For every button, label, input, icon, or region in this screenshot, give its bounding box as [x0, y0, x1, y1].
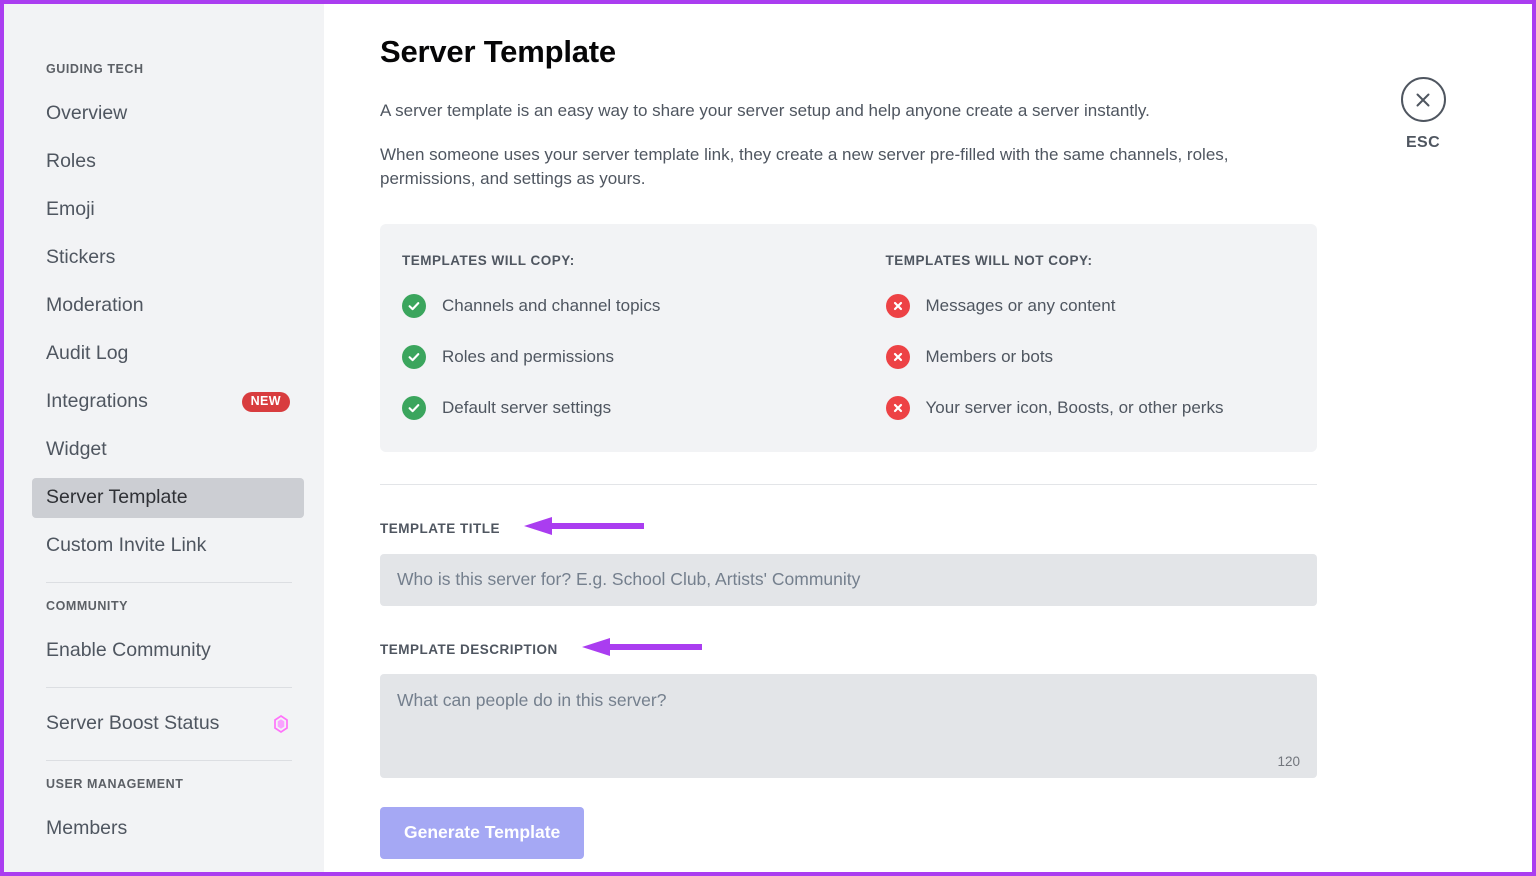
annotation-arrow-left-icon: [580, 637, 704, 662]
sidebar-item-moderation[interactable]: Moderation: [32, 286, 304, 326]
sidebar-item-custom-invite-link[interactable]: Custom Invite Link: [32, 526, 304, 566]
will-not-copy-title: TEMPLATES WILL NOT COPY:: [885, 252, 1093, 268]
discord-server-settings-window: GUIDING TECH Overview Roles Emoji Sticke…: [4, 4, 1532, 872]
sidebar-group-title-user-management: USER MANAGEMENT: [46, 777, 184, 791]
generate-template-button[interactable]: Generate Template: [380, 806, 585, 859]
template-copy-info-card: TEMPLATES WILL COPY: Channels and channe…: [380, 223, 1318, 452]
list-item-label: Default server settings: [442, 397, 612, 417]
sidebar-item-members[interactable]: Members: [32, 809, 304, 849]
will-not-copy-column: TEMPLATES WILL NOT COPY: Messages or any…: [860, 253, 1318, 425]
sidebar-divider: [46, 582, 292, 583]
close-modal-button[interactable]: ESC: [1383, 77, 1463, 152]
sidebar-item-label: Audit Log: [46, 342, 129, 365]
new-badge: NEW: [241, 392, 290, 412]
list-item: Channels and channel topics: [402, 289, 860, 323]
sidebar-divider: [46, 687, 292, 688]
will-copy-column: TEMPLATES WILL COPY: Channels and channe…: [402, 253, 860, 425]
list-item: Roles and permissions: [402, 340, 860, 374]
boost-diamond-icon: [272, 714, 290, 734]
page-title: Server Template: [380, 34, 616, 69]
template-description-textarea[interactable]: [380, 673, 1317, 778]
sidebar-item-overview[interactable]: Overview: [32, 94, 304, 134]
close-x-icon: [1400, 77, 1446, 122]
template-description-label-row: TEMPLATE DESCRIPTION: [380, 637, 1532, 662]
annotated-screenshot-frame: GUIDING TECH Overview Roles Emoji Sticke…: [0, 0, 1536, 876]
template-title-label-row: TEMPLATE TITLE: [380, 516, 1532, 541]
list-item-label: Members or bots: [925, 346, 1054, 366]
sidebar-item-label: Integrations: [46, 390, 148, 413]
template-title-input[interactable]: [380, 553, 1317, 606]
sidebar-group-title-guiding-tech: GUIDING TECH: [46, 62, 144, 76]
sidebar-item-label: Server Boost Status: [46, 712, 220, 735]
x-circle-icon: [885, 344, 910, 369]
check-circle-icon: [402, 344, 426, 369]
list-item-label: Roles and permissions: [442, 346, 614, 366]
sidebar-item-server-template[interactable]: Server Template: [32, 478, 304, 518]
x-circle-icon: [885, 395, 910, 420]
x-circle-icon: [885, 293, 910, 318]
sidebar-item-label: Custom Invite Link: [46, 534, 207, 557]
list-item: Your server icon, Boosts, or other perks: [885, 391, 1318, 425]
template-description-label: TEMPLATE DESCRIPTION: [380, 642, 558, 658]
list-item: Members or bots: [885, 340, 1318, 374]
sidebar-item-stickers[interactable]: Stickers: [32, 238, 304, 278]
check-circle-icon: [402, 293, 426, 318]
template-description-wrapper: 120: [380, 673, 1317, 778]
sidebar-item-server-boost-status[interactable]: Server Boost Status: [32, 704, 304, 744]
sidebar-item-label: Widget: [46, 438, 107, 461]
sidebar-item-emoji[interactable]: Emoji: [32, 190, 304, 230]
server-template-panel: Server Template A server template is an …: [324, 4, 1532, 872]
sidebar-divider: [46, 760, 292, 761]
sidebar-item-integrations[interactable]: Integrations NEW: [32, 382, 304, 422]
sidebar-item-label: Stickers: [46, 246, 116, 269]
esc-label: ESC: [1405, 134, 1441, 151]
check-circle-icon: [402, 395, 426, 420]
settings-sidebar: GUIDING TECH Overview Roles Emoji Sticke…: [4, 4, 324, 872]
intro-paragraph-2: When someone uses your server template l…: [380, 144, 1229, 189]
intro-paragraph-1: A server template is an easy way to shar…: [380, 101, 1150, 120]
sidebar-item-label: Roles: [46, 150, 96, 173]
list-item-label: Your server icon, Boosts, or other perks: [925, 397, 1224, 417]
sidebar-item-widget[interactable]: Widget: [32, 430, 304, 470]
sidebar-item-label: Enable Community: [46, 639, 211, 662]
sidebar-item-label: Server Template: [46, 486, 188, 509]
sidebar-item-label: Members: [46, 817, 128, 840]
list-item: Default server settings: [402, 391, 860, 425]
sidebar-item-roles[interactable]: Roles: [32, 142, 304, 182]
section-divider: [380, 483, 1317, 485]
sidebar-item-label: Overview: [46, 102, 128, 125]
sidebar-item-enable-community[interactable]: Enable Community: [32, 631, 304, 671]
list-item: Messages or any content: [885, 289, 1318, 323]
will-copy-title: TEMPLATES WILL COPY:: [402, 252, 575, 268]
list-item-label: Channels and channel topics: [442, 295, 661, 315]
template-title-label: TEMPLATE TITLE: [380, 521, 500, 537]
sidebar-group-title-community: COMMUNITY: [46, 599, 129, 613]
list-item-label: Messages or any content: [925, 295, 1116, 315]
sidebar-item-label: Moderation: [46, 294, 144, 317]
annotation-arrow-left-icon: [522, 516, 646, 541]
sidebar-item-label: Emoji: [46, 198, 95, 221]
sidebar-item-audit-log[interactable]: Audit Log: [32, 334, 304, 374]
